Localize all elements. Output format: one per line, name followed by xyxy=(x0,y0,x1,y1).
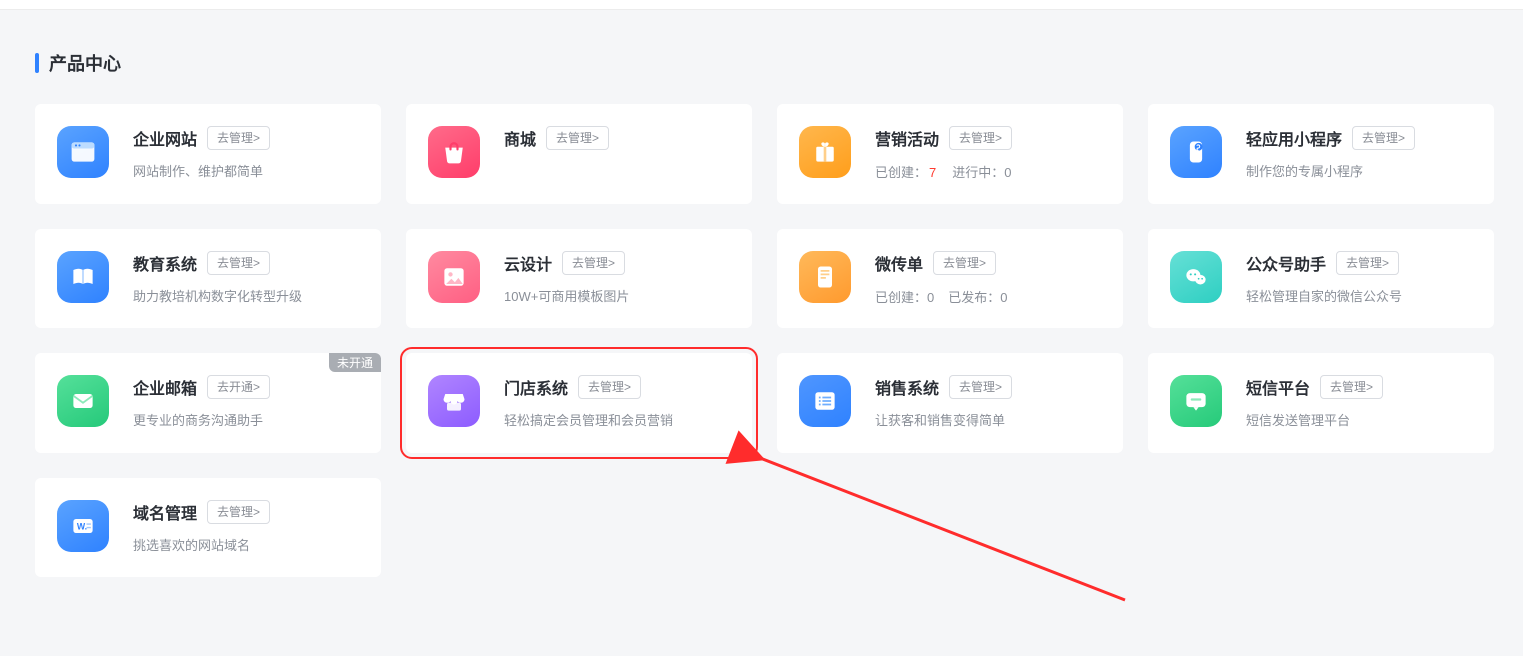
not-activated-badge: 未开通 xyxy=(329,353,381,372)
card-sales[interactable]: 销售系统 去管理> 让获客和销售变得简单 xyxy=(777,353,1123,453)
manage-button[interactable]: 去管理> xyxy=(207,251,270,275)
card-title: 商城 xyxy=(504,126,536,150)
card-marketing[interactable]: 营销活动 去管理> 已创建：7 进行中：0 xyxy=(777,104,1123,204)
card-desc: 更专业的商务沟通助手 xyxy=(133,411,359,431)
card-desc: 短信发送管理平台 xyxy=(1246,411,1472,431)
product-center-page: 产品中心 企业网站 去管理> 网站制作、维护都简单 商城 xyxy=(0,10,1523,597)
gift-icon xyxy=(799,126,851,178)
image-icon xyxy=(428,251,480,303)
card-content: 销售系统 去管理> 让获客和销售变得简单 xyxy=(875,375,1101,431)
card-website[interactable]: 企业网站 去管理> 网站制作、维护都简单 xyxy=(35,104,381,204)
card-title: 教育系统 xyxy=(133,251,197,275)
card-wechat[interactable]: 公众号助手 去管理> 轻松管理自家的微信公众号 xyxy=(1148,229,1494,329)
card-content: 公众号助手 去管理> 轻松管理自家的微信公众号 xyxy=(1246,251,1472,307)
miniapp-icon xyxy=(1170,126,1222,178)
stat-running-value: 0 xyxy=(1004,165,1011,180)
card-title: 微传单 xyxy=(875,251,923,275)
card-content: 企业网站 去管理> 网站制作、维护都简单 xyxy=(133,126,359,182)
card-title: 销售系统 xyxy=(875,375,939,399)
card-desc: 挑选喜欢的网站域名 xyxy=(133,536,359,556)
card-content: 微传单 去管理> 已创建：0已发布：0 xyxy=(875,251,1101,306)
card-desc: 轻松搞定会员管理和会员营销 xyxy=(504,411,730,431)
card-title: 企业网站 xyxy=(133,126,197,150)
card-desc: 让获客和销售变得简单 xyxy=(875,411,1101,431)
manage-button[interactable]: 去管理> xyxy=(949,126,1012,150)
manage-button[interactable]: 去管理> xyxy=(1320,375,1383,399)
mail-icon xyxy=(57,375,109,427)
card-content: 营销活动 去管理> 已创建：7 进行中：0 xyxy=(875,126,1101,181)
manage-button[interactable]: 去管理> xyxy=(207,500,270,524)
card-desc: 轻松管理自家的微信公众号 xyxy=(1246,287,1472,307)
stat-created-value: 7 xyxy=(929,165,936,180)
card-stats: 已创建：7 进行中：0 xyxy=(875,162,1101,181)
manage-button[interactable]: 去管理> xyxy=(1336,251,1399,275)
card-desc: 制作您的专属小程序 xyxy=(1246,162,1472,182)
card-title: 公众号助手 xyxy=(1246,251,1326,275)
stat-created-label: 已创建： xyxy=(875,290,927,305)
store-icon xyxy=(428,375,480,427)
svg-text:W.: W. xyxy=(77,521,87,531)
section-accent-bar xyxy=(35,53,39,73)
activate-button[interactable]: 去开通> xyxy=(207,375,270,399)
manage-button[interactable]: 去管理> xyxy=(578,375,641,399)
card-title: 云设计 xyxy=(504,251,552,275)
stat-running-label: 进行中： xyxy=(952,165,1004,180)
product-grid: 企业网站 去管理> 网站制作、维护都简单 商城 去管理> xyxy=(35,104,1488,577)
stat-created-label: 已创建： xyxy=(875,165,927,180)
card-content: 域名管理 去管理> 挑选喜欢的网站域名 xyxy=(133,500,359,556)
manage-button[interactable]: 去管理> xyxy=(1352,126,1415,150)
stat-created-value: 0 xyxy=(927,290,934,305)
card-title: 域名管理 xyxy=(133,500,197,524)
card-title: 短信平台 xyxy=(1246,375,1310,399)
card-store[interactable]: 门店系统 去管理> 轻松搞定会员管理和会员营销 xyxy=(406,353,752,453)
card-mail[interactable]: 未开通 企业邮箱 去开通> 更专业的商务沟通助手 xyxy=(35,353,381,453)
card-title: 企业邮箱 xyxy=(133,375,197,399)
card-miniapp[interactable]: 轻应用小程序 去管理> 制作您的专属小程序 xyxy=(1148,104,1494,204)
stat-published-label: 已发布： xyxy=(948,290,1000,305)
card-title: 门店系统 xyxy=(504,375,568,399)
section-header: 产品中心 xyxy=(35,50,1488,76)
bag-icon xyxy=(428,126,480,178)
card-title: 轻应用小程序 xyxy=(1246,126,1342,150)
card-stats: 已创建：0已发布：0 xyxy=(875,287,1101,306)
card-desc: 10W+可商用模板图片 xyxy=(504,287,730,307)
card-flyer[interactable]: 微传单 去管理> 已创建：0已发布：0 xyxy=(777,229,1123,329)
wechat-icon xyxy=(1170,251,1222,303)
manage-button[interactable]: 去管理> xyxy=(207,126,270,150)
card-sms[interactable]: 短信平台 去管理> 短信发送管理平台 xyxy=(1148,353,1494,453)
section-title: 产品中心 xyxy=(49,50,121,76)
manage-button[interactable]: 去管理> xyxy=(562,251,625,275)
card-design[interactable]: 云设计 去管理> 10W+可商用模板图片 xyxy=(406,229,752,329)
card-content: 教育系统 去管理> 助力教培机构数字化转型升级 xyxy=(133,251,359,307)
card-content: 云设计 去管理> 10W+可商用模板图片 xyxy=(504,251,730,307)
card-content: 企业邮箱 去开通> 更专业的商务沟通助手 xyxy=(133,375,359,431)
top-bar xyxy=(0,0,1523,10)
manage-button[interactable]: 去管理> xyxy=(949,375,1012,399)
window-icon xyxy=(57,126,109,178)
card-domain[interactable]: W. 域名管理 去管理> 挑选喜欢的网站域名 xyxy=(35,478,381,578)
card-desc: 助力教培机构数字化转型升级 xyxy=(133,287,359,307)
card-desc: 网站制作、维护都简单 xyxy=(133,162,359,182)
card-content: 商城 去管理> xyxy=(504,126,730,162)
manage-button[interactable]: 去管理> xyxy=(933,251,996,275)
domain-icon: W. xyxy=(57,500,109,552)
card-shop[interactable]: 商城 去管理> xyxy=(406,104,752,204)
message-icon xyxy=(1170,375,1222,427)
flyer-icon xyxy=(799,251,851,303)
manage-button[interactable]: 去管理> xyxy=(546,126,609,150)
book-icon xyxy=(57,251,109,303)
card-content: 短信平台 去管理> 短信发送管理平台 xyxy=(1246,375,1472,431)
card-content: 轻应用小程序 去管理> 制作您的专属小程序 xyxy=(1246,126,1472,182)
stat-published-value: 0 xyxy=(1000,290,1007,305)
list-icon xyxy=(799,375,851,427)
card-content: 门店系统 去管理> 轻松搞定会员管理和会员营销 xyxy=(504,375,730,431)
card-title: 营销活动 xyxy=(875,126,939,150)
card-edu[interactable]: 教育系统 去管理> 助力教培机构数字化转型升级 xyxy=(35,229,381,329)
